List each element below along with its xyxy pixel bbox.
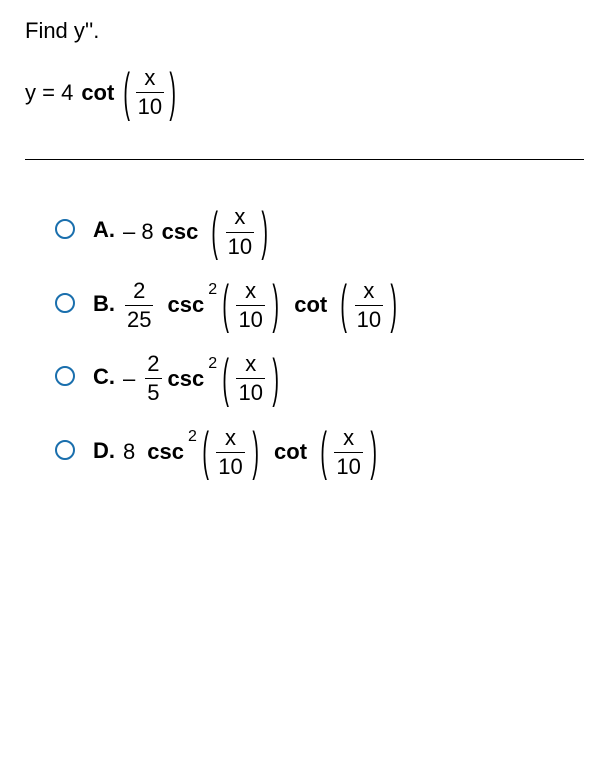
d-coef: 8 <box>123 439 135 465</box>
eq-lhs: y = 4 <box>25 80 73 106</box>
radio-b[interactable] <box>55 293 75 313</box>
c-exp: 2 <box>208 356 217 372</box>
b-coef-frac: 2 25 <box>125 279 153 332</box>
expr-c: – 2 5 csc 2 ( x 10 ) <box>123 352 280 405</box>
c-arg-den: 10 <box>236 378 264 405</box>
d-arg1-num: x <box>223 426 238 452</box>
arg-den: 10 <box>136 92 164 119</box>
divider <box>25 159 584 160</box>
d-exp-block: 2 <box>188 433 197 471</box>
b-arg2-frac: x 10 <box>355 279 383 332</box>
c-rparen: ) <box>272 348 279 410</box>
question-equation: y = 4 cot ( x 10 ) <box>25 66 584 119</box>
b-exp-block: 2 <box>208 286 217 324</box>
d-lparen2: ( <box>320 421 327 483</box>
lparen: ( <box>124 61 131 123</box>
b-arg1-den: 10 <box>236 305 264 332</box>
d-arg2-frac: x 10 <box>334 426 362 479</box>
d-arg2-num: x <box>341 426 356 452</box>
letter-c: C. <box>93 364 123 390</box>
b-coef-den: 25 <box>125 305 153 332</box>
b-coef-num: 2 <box>131 279 147 305</box>
choice-c: C. – 2 5 csc 2 ( x 10 ) <box>55 352 584 405</box>
radio-a[interactable] <box>55 219 75 239</box>
rparen: ) <box>169 61 176 123</box>
a-frac: x 10 <box>226 205 254 258</box>
a-den: 10 <box>226 232 254 259</box>
a-rparen: ) <box>261 201 268 263</box>
d-csc: csc <box>147 439 184 465</box>
choice-b: B. 2 25 csc 2 ( x 10 ) cot ( x 10 <box>55 279 584 332</box>
cot-fn: cot <box>81 80 114 106</box>
b-rparen1: ) <box>272 274 279 336</box>
choice-a: A. – 8 csc ( x 10 ) <box>55 205 584 258</box>
d-cot: cot <box>274 439 307 465</box>
arg-num: x <box>142 66 157 92</box>
d-arg2-den: 10 <box>334 452 362 479</box>
b-lparen2: ( <box>341 274 348 336</box>
question-prompt: Find y''. <box>25 18 584 44</box>
radio-d[interactable] <box>55 440 75 460</box>
b-arg2-den: 10 <box>355 305 383 332</box>
a-lparen: ( <box>212 201 219 263</box>
b-arg1-frac: x 10 <box>236 279 264 332</box>
d-exp: 2 <box>188 429 197 445</box>
a-num: x <box>232 205 247 231</box>
b-cot: cot <box>294 292 327 318</box>
d-arg1-frac: x 10 <box>216 426 244 479</box>
a-neg: – 8 <box>123 219 154 245</box>
c-coef-num: 2 <box>145 352 161 378</box>
b-lparen1: ( <box>222 274 229 336</box>
c-csc: csc <box>168 366 205 392</box>
c-coef-frac: 2 5 <box>145 352 161 405</box>
expr-a: – 8 csc ( x 10 ) <box>123 205 269 258</box>
c-lparen: ( <box>222 348 229 410</box>
choices-group: A. – 8 csc ( x 10 ) B. 2 25 csc 2 <box>25 205 584 479</box>
d-rparen1: ) <box>252 421 259 483</box>
d-rparen2: ) <box>370 421 377 483</box>
c-exp-block: 2 <box>208 360 217 398</box>
b-rparen2: ) <box>390 274 397 336</box>
expr-b: 2 25 csc 2 ( x 10 ) cot ( x 10 ) <box>123 279 398 332</box>
c-arg-num: x <box>243 352 258 378</box>
d-arg1-den: 10 <box>216 452 244 479</box>
choice-d: D. 8 csc 2 ( x 10 ) cot ( x 10 ) <box>55 426 584 479</box>
letter-b: B. <box>93 291 123 317</box>
c-coef-den: 5 <box>145 378 161 405</box>
b-csc: csc <box>167 292 204 318</box>
arg-frac: x 10 <box>136 66 164 119</box>
d-lparen1: ( <box>202 421 209 483</box>
letter-d: D. <box>93 438 123 464</box>
expr-d: 8 csc 2 ( x 10 ) cot ( x 10 ) <box>123 426 378 479</box>
c-arg-frac: x 10 <box>236 352 264 405</box>
c-neg: – <box>123 366 135 392</box>
b-arg2-num: x <box>361 279 376 305</box>
b-arg1-num: x <box>243 279 258 305</box>
b-exp: 2 <box>208 282 217 298</box>
letter-a: A. <box>93 217 123 243</box>
a-csc: csc <box>162 219 199 245</box>
radio-c[interactable] <box>55 366 75 386</box>
